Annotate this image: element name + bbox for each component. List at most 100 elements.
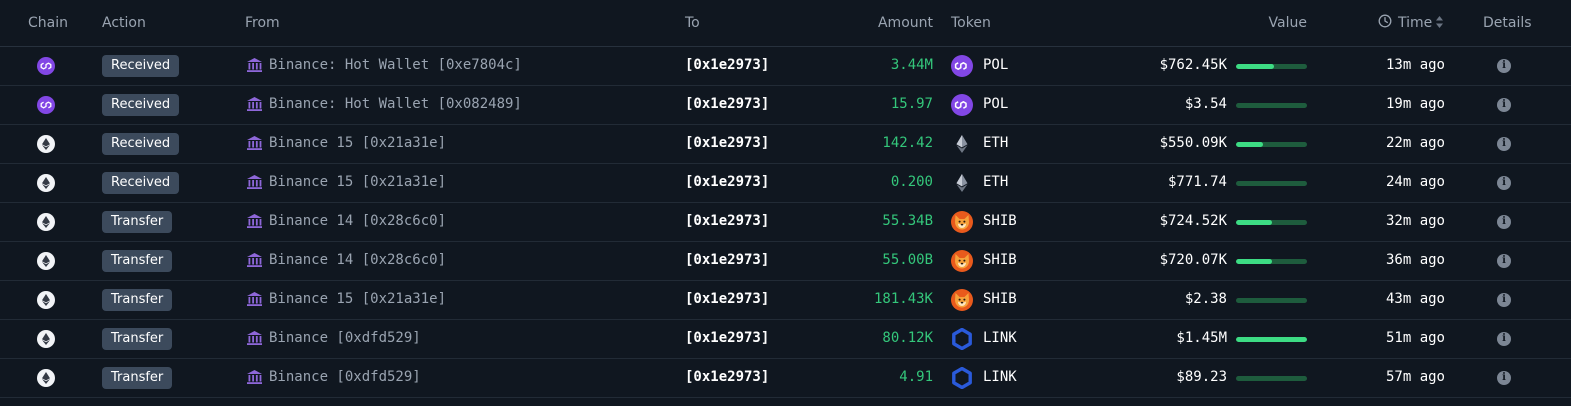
value-bar	[1236, 220, 1307, 225]
polygon-icon	[951, 55, 973, 77]
action-badge: Received	[102, 172, 180, 194]
bank-icon	[247, 370, 262, 384]
table-row[interactable]: Transfer Binance 14 [0x28c6c0] [0x1e2973…	[0, 242, 1571, 281]
header-from[interactable]: From	[245, 15, 280, 31]
time-ago: 13m ago	[1385, 57, 1445, 73]
token-symbol[interactable]: ETH	[983, 135, 1008, 151]
token-symbol[interactable]: SHIB	[983, 291, 1017, 307]
token-symbol[interactable]: LINK	[983, 330, 1017, 346]
header-action[interactable]: Action	[102, 15, 146, 31]
usd-value: $550.09K	[1159, 135, 1227, 151]
to-address[interactable]: [0x1e2973]	[685, 252, 769, 268]
ethereum-chain-icon	[37, 291, 55, 309]
from-label: Binance: Hot Wallet [0xe7804c]	[269, 57, 522, 73]
header-time[interactable]: Time	[1398, 15, 1432, 31]
token-symbol[interactable]: POL	[983, 57, 1008, 73]
table-row[interactable]: Received Binance: Hot Wallet [0x082489] …	[0, 86, 1571, 125]
header-chain[interactable]: Chain	[28, 15, 68, 31]
amount-value: 55.34B	[882, 213, 933, 229]
ethereum-icon	[951, 172, 973, 194]
amount-value: 142.42	[882, 135, 933, 151]
table-row[interactable]: Received Binance 15 [0x21a31e] [0x1e2973…	[0, 164, 1571, 203]
to-address[interactable]: [0x1e2973]	[685, 213, 769, 229]
to-address[interactable]: [0x1e2973]	[685, 57, 769, 73]
value-bar-fill	[1236, 220, 1272, 225]
amount-value: 80.12K	[882, 330, 933, 346]
shiba-icon	[951, 250, 973, 272]
info-icon[interactable]: i	[1497, 332, 1511, 346]
token-symbol[interactable]: ETH	[983, 174, 1008, 190]
from-address[interactable]: Binance 14 [0x28c6c0]	[246, 252, 446, 268]
polygon-icon	[951, 94, 973, 116]
table-row[interactable]: Transfer Binance 14 [0x28c6c0] [0x1e2973…	[0, 203, 1571, 242]
from-address[interactable]: Binance: Hot Wallet [0xe7804c]	[246, 57, 522, 73]
token-symbol[interactable]: SHIB	[983, 213, 1017, 229]
bank-icon	[247, 214, 262, 228]
value-bar	[1236, 181, 1307, 186]
to-address[interactable]: [0x1e2973]	[685, 369, 769, 385]
to-address[interactable]: [0x1e2973]	[685, 174, 769, 190]
value-bar-fill	[1236, 64, 1274, 69]
from-label: Binance [0xdfd529]	[269, 330, 421, 346]
info-icon[interactable]: i	[1497, 137, 1511, 151]
bank-icon	[247, 331, 262, 345]
usd-value: $89.23	[1176, 369, 1227, 385]
header-to[interactable]: To	[685, 15, 700, 31]
bank-icon	[247, 136, 262, 150]
from-label: Binance 15 [0x21a31e]	[269, 135, 447, 151]
action-badge: Received	[102, 94, 180, 116]
from-address[interactable]: Binance 15 [0x21a31e]	[246, 291, 446, 307]
header-details[interactable]: Details	[1483, 15, 1532, 31]
header-token[interactable]: Token	[951, 15, 991, 31]
from-address[interactable]: Binance 15 [0x21a31e]	[246, 174, 446, 190]
info-icon[interactable]: i	[1497, 371, 1511, 385]
table-row[interactable]: Transfer Binance 15 [0x21a31e] [0x1e2973…	[0, 281, 1571, 320]
to-address[interactable]: [0x1e2973]	[685, 135, 769, 151]
bank-icon	[247, 292, 262, 306]
info-icon[interactable]: i	[1497, 176, 1511, 190]
value-bar-fill	[1236, 259, 1272, 264]
table-row[interactable]: Received Binance 15 [0x21a31e] [0x1e2973…	[0, 125, 1571, 164]
info-icon[interactable]: i	[1497, 293, 1511, 307]
info-icon[interactable]: i	[1497, 98, 1511, 112]
polygon-chain-icon	[37, 96, 55, 114]
value-bar-fill	[1236, 337, 1307, 342]
ethereum-chain-icon	[37, 252, 55, 270]
token-symbol[interactable]: POL	[983, 96, 1008, 112]
from-address[interactable]: Binance [0xdfd529]	[246, 369, 421, 385]
table-row[interactable]: Transfer Binance [0xdfd529] [0x1e2973] 8…	[0, 320, 1571, 359]
action-badge: Transfer	[102, 367, 173, 389]
from-address[interactable]: Binance 14 [0x28c6c0]	[246, 213, 446, 229]
amount-value: 55.00B	[882, 252, 933, 268]
from-label: Binance 14 [0x28c6c0]	[269, 252, 447, 268]
bank-icon	[247, 253, 262, 267]
info-icon[interactable]: i	[1497, 59, 1511, 73]
time-ago: 32m ago	[1385, 213, 1445, 229]
usd-value: $771.74	[1167, 174, 1227, 190]
value-bar-fill	[1236, 142, 1263, 147]
to-address[interactable]: [0x1e2973]	[685, 291, 769, 307]
to-address[interactable]: [0x1e2973]	[685, 330, 769, 346]
from-address[interactable]: Binance: Hot Wallet [0x082489]	[246, 96, 522, 112]
amount-value: 15.97	[890, 96, 933, 112]
amount-value: 0.200	[890, 174, 933, 190]
bank-icon	[247, 175, 262, 189]
from-address[interactable]: Binance 15 [0x21a31e]	[246, 135, 446, 151]
value-bar	[1236, 142, 1307, 147]
table-row[interactable]: Received Binance: Hot Wallet [0xe7804c] …	[0, 47, 1571, 86]
token-symbol[interactable]: SHIB	[983, 252, 1017, 268]
transfers-table: Chain Action From To Amount Token Value …	[0, 0, 1571, 406]
table-row[interactable]: Transfer Binance [0xdfd529] [0x1e2973] 4…	[0, 359, 1571, 398]
header-value[interactable]: Value	[1269, 15, 1307, 31]
info-icon[interactable]: i	[1497, 215, 1511, 229]
sort-icon[interactable]	[1435, 15, 1444, 33]
from-address[interactable]: Binance [0xdfd529]	[246, 330, 421, 346]
polygon-chain-icon	[37, 57, 55, 75]
header-amount[interactable]: Amount	[878, 15, 933, 31]
token-symbol[interactable]: LINK	[983, 369, 1017, 385]
to-address[interactable]: [0x1e2973]	[685, 96, 769, 112]
ethereum-icon	[951, 133, 973, 155]
shiba-icon	[951, 211, 973, 233]
info-icon[interactable]: i	[1497, 254, 1511, 268]
action-badge: Received	[102, 133, 180, 155]
